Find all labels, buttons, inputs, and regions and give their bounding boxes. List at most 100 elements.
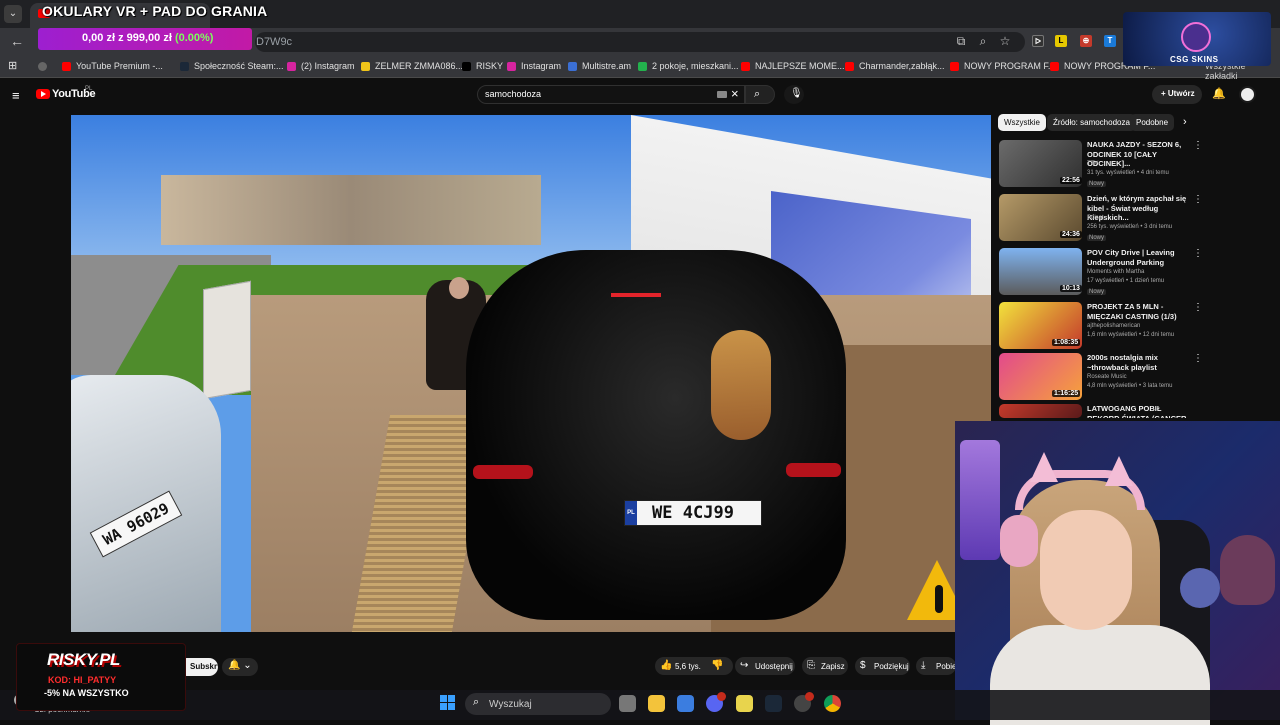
- dislike-icon[interactable]: 👎: [711, 660, 723, 671]
- chip-related[interactable]: Podobne: [1130, 114, 1175, 131]
- recommendation-title[interactable]: 2000s nostalgia mix ~throwback playlist: [1087, 353, 1189, 372]
- recommendation-channel[interactable]: Polsat: [1087, 215, 1104, 221]
- like-icon[interactable]: 👍: [660, 660, 672, 671]
- start-logo-tile: [448, 703, 455, 710]
- store-icon[interactable]: [677, 695, 694, 712]
- zoom-icon[interactable]: ⌕: [976, 34, 990, 48]
- thanks-icon: $: [860, 660, 866, 671]
- video-houses: [161, 175, 541, 245]
- bookmark-item[interactable]: NOWY PROGRAM F...: [964, 61, 1055, 71]
- search-icon: ⌕: [754, 88, 761, 100]
- more-options-icon[interactable]: ⋮: [1193, 140, 1203, 151]
- bookmark-item[interactable]: (2) Instagram: [301, 61, 355, 71]
- car-reflection: [711, 330, 771, 440]
- webcam-plush: [1220, 535, 1275, 605]
- start-button[interactable]: [440, 695, 456, 711]
- avatar[interactable]: [1239, 86, 1256, 103]
- video-duration: 1:08:35: [1052, 339, 1081, 346]
- search-icon: ⌕: [473, 696, 480, 708]
- chip-all[interactable]: Wszystkie: [998, 114, 1046, 131]
- bookmark-item[interactable]: RISKY: [476, 61, 503, 71]
- recommendation-meta: 256 tys. wyświetleń • 3 dni temu: [1087, 224, 1173, 230]
- bookmark-item[interactable]: NAJLEPSZE MOME...: [755, 61, 845, 71]
- headphones-cup: [1000, 515, 1038, 567]
- recommendation-channel[interactable]: TTV: [1087, 161, 1098, 167]
- bookmark-item[interactable]: Społeczność Steam:...: [194, 61, 284, 71]
- bookmark-item[interactable]: Multistre.am: [582, 61, 631, 71]
- windows-taskbar: [0, 690, 1280, 720]
- recommendation-title[interactable]: POV City Drive | Leaving Underground Par…: [1087, 248, 1189, 267]
- chip-source[interactable]: Źródło: samochodoza: [1047, 114, 1136, 131]
- install-app-icon[interactable]: ⧉: [954, 34, 968, 48]
- extension-icon[interactable]: L: [1055, 35, 1067, 47]
- risky-logo: RISKY.PL: [47, 650, 120, 669]
- stream-goal-amount: 0,00 zł z 999,00 zł (0.00%): [82, 32, 214, 44]
- taskbar-search-placeholder: Wyszukaj: [489, 699, 532, 710]
- recommendation-channel[interactable]: Moments with Martha: [1087, 269, 1144, 275]
- video-duration: 22:56: [1060, 177, 1082, 184]
- bookmark-icon: [845, 62, 854, 71]
- create-label: + Utwórz: [1161, 89, 1195, 98]
- search-input-value: samochodoza: [485, 89, 542, 99]
- recommendation-thumbnail[interactable]: [999, 404, 1082, 418]
- extension-icon[interactable]: T: [1104, 35, 1116, 47]
- steam-icon[interactable]: [765, 695, 782, 712]
- recommendation-title[interactable]: PROJEKT ZA 5 MLN - MIĘCZAKI CASTING (1/3…: [1087, 302, 1189, 321]
- video-utility-box: [203, 280, 251, 400]
- warning-figure: [935, 585, 943, 613]
- notifications-bell-icon[interactable]: 🔔: [1212, 87, 1226, 100]
- more-options-icon[interactable]: ⋮: [1193, 194, 1203, 205]
- tab-search-button[interactable]: ⌄: [4, 5, 22, 23]
- app-icon[interactable]: [736, 695, 753, 712]
- video-duration: 1:16:25: [1052, 390, 1081, 397]
- more-options-icon[interactable]: ⋮: [1193, 302, 1203, 313]
- recommendation-title[interactable]: NAUKA JAZDY - SEZON 6, ODCINEK 10 [CAŁY …: [1087, 140, 1189, 169]
- apps-icon[interactable]: ⊞: [8, 59, 17, 72]
- new-badge: Nowy: [1087, 181, 1107, 187]
- chrome-icon[interactable]: [824, 695, 841, 712]
- recommendation-channel[interactable]: ajthepolishamerican: [1087, 323, 1140, 329]
- file-explorer-icon[interactable]: [648, 695, 665, 712]
- video-player[interactable]: WA 96029 PL WE 4CJ99: [71, 115, 991, 632]
- bookmark-item[interactable]: Charmander,zabłąk...: [859, 61, 945, 71]
- bookmark-icon: [462, 62, 471, 71]
- bookmark-item[interactable]: YouTube Premium -...: [76, 61, 163, 71]
- risky-promo-text: -5% NA WSZYSTKO: [44, 688, 129, 698]
- clear-search-icon[interactable]: ×: [731, 86, 739, 101]
- obs-badge: [805, 692, 814, 701]
- new-badge: Nowy: [1087, 289, 1107, 295]
- bookmark-item[interactable]: Instagram: [521, 61, 561, 71]
- more-options-icon[interactable]: ⋮: [1193, 248, 1203, 259]
- bookmark-icon: [1050, 62, 1059, 71]
- extension-icon[interactable]: ⊕: [1080, 35, 1092, 47]
- cat-ear-left: [1030, 452, 1058, 482]
- back-icon[interactable]: ←: [10, 33, 24, 49]
- bookmark-icon: [638, 62, 647, 71]
- bookmark-icon: [507, 62, 516, 71]
- start-logo-tile: [440, 695, 447, 702]
- recommendation-title[interactable]: LATWOGANG POBIŁ REKORD ŚWIATA (CANCER FI…: [1087, 404, 1189, 418]
- menu-icon[interactable]: ≡: [12, 88, 20, 103]
- task-view-icon[interactable]: [619, 695, 636, 712]
- extension-icon[interactable]: ᐅ: [1032, 35, 1044, 47]
- webcam-light: [960, 440, 1000, 560]
- recommendation-meta: 4,8 mln wyświetleń • 3 lata temu: [1087, 383, 1173, 389]
- microphone-icon: 🎙: [790, 88, 803, 99]
- download-icon: ⤓: [921, 660, 926, 671]
- webcam-face: [1040, 510, 1132, 630]
- tail-light-right: [786, 463, 841, 477]
- recommendation-channel[interactable]: Roseate Music: [1087, 374, 1127, 380]
- more-options-icon[interactable]: ⋮: [1193, 353, 1203, 364]
- taskbar-search[interactable]: [465, 693, 611, 715]
- video-duration: 10:13: [1060, 285, 1082, 292]
- address-bar[interactable]: [255, 32, 1025, 52]
- bookmark-star-icon[interactable]: ☆: [998, 34, 1012, 48]
- bookmark-item[interactable]: ZELMER ZMMA086...: [375, 61, 463, 71]
- video-duration: 24:36: [1060, 231, 1082, 238]
- keyboard-icon[interactable]: [717, 91, 727, 98]
- chevron-right-icon[interactable]: ›: [1183, 116, 1187, 128]
- video-black-car: [466, 250, 846, 620]
- bookmark-item[interactable]: 2 pokoje, mieszkani...: [652, 61, 739, 71]
- new-badge: Nowy: [1087, 235, 1107, 241]
- stream-goal-title: OKULARY VR + PAD DO GRANIA: [42, 3, 268, 19]
